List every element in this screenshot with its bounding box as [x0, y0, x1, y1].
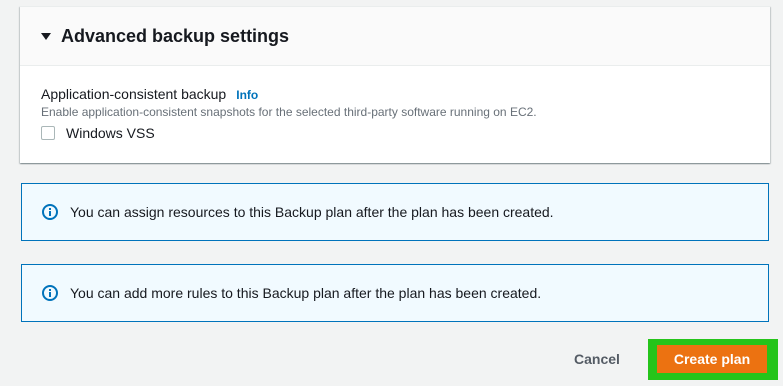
field-description: Enable application-consistent snapshots … [41, 105, 537, 119]
cancel-button[interactable]: Cancel [568, 345, 626, 373]
field-label: Application-consistent backup [41, 86, 227, 102]
windows-vss-option[interactable]: Windows VSS [41, 125, 155, 141]
alert-text: You can add more rules to this Backup pl… [70, 285, 542, 301]
info-icon [42, 204, 58, 220]
field-label-row: Application-consistent backup Info [41, 86, 258, 102]
info-link[interactable]: Info [236, 88, 258, 102]
windows-vss-checkbox[interactable] [41, 126, 55, 140]
advanced-backup-settings-panel: Advanced backup settings Application-con… [20, 6, 770, 163]
info-alert-assign-resources: You can assign resources to this Backup … [21, 183, 769, 241]
alert-text: You can assign resources to this Backup … [70, 204, 554, 220]
info-icon [42, 285, 58, 301]
panel-header[interactable]: Advanced backup settings [20, 7, 770, 66]
info-alert-add-rules: You can add more rules to this Backup pl… [21, 264, 769, 322]
caret-down-icon[interactable] [41, 33, 51, 40]
checkbox-label[interactable]: Windows VSS [66, 125, 155, 141]
create-plan-button[interactable]: Create plan [657, 345, 767, 373]
panel-title[interactable]: Advanced backup settings [61, 26, 289, 47]
